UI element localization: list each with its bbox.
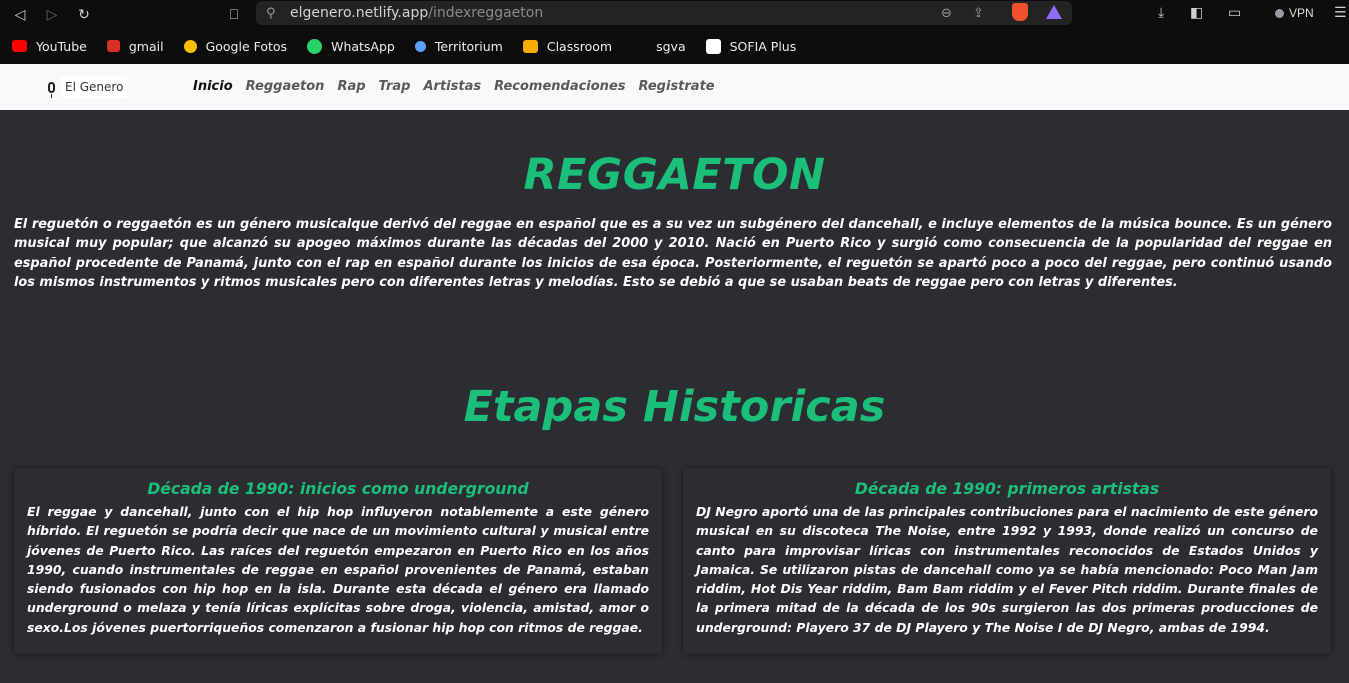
nav-link-artistas[interactable]: Artistas [423, 79, 481, 94]
vpn-status-icon [1275, 8, 1284, 18]
vpn-button[interactable]: VPN [1275, 6, 1314, 20]
territorium-icon [414, 40, 426, 52]
bookmark-label: WhatsApp [331, 38, 395, 54]
section-title: Etapas Historicas [463, 382, 886, 432]
microphone-icon [48, 81, 55, 98]
page-title: REGGAETON [523, 150, 826, 200]
bookmark-google-fotos[interactable]: Google Fotos [183, 38, 288, 54]
sidebar-icon[interactable]: ◧ [1190, 4, 1203, 21]
brand-name: El Genero [61, 76, 128, 98]
bookmark-youtube[interactable]: YouTube [12, 39, 87, 54]
bookmarks-bar: YouTube gmail Google Fotos WhatsApp Terr… [0, 28, 1349, 64]
nav-link-reggaeton[interactable]: Reggaeton [246, 79, 325, 94]
card-heading: Década de 1990: inicios como underground [147, 480, 529, 498]
url-host: elgenero.netlify.app [290, 5, 429, 21]
card-text: DJ Negro aportó una de las principales c… [696, 504, 1318, 635]
classroom-icon [522, 39, 538, 53]
history-card: Década de 1990: inicios como underground… [14, 468, 662, 654]
nav-link-inicio[interactable]: Inicio [193, 79, 233, 94]
url-text[interactable]: elgenero.netlify.app/indexreggaeton [290, 5, 543, 21]
bookmark-sofia-plus[interactable]: SOFIA Plus [705, 38, 797, 54]
google-photos-icon [183, 39, 197, 53]
bookmark-label: Google Fotos [205, 38, 288, 54]
youtube-icon [12, 40, 27, 52]
nav-link-rap[interactable]: Rap [337, 79, 365, 94]
bookmark-label: sgva [656, 38, 686, 54]
main-content: REGGAETON El reguetón o reggaetón es un … [0, 110, 1349, 683]
vpn-label: VPN [1289, 6, 1314, 20]
card-text: El reggae y dancehall, junto con el hip … [27, 504, 649, 635]
sofia-plus-icon [705, 38, 721, 54]
wallet-icon[interactable]: ▭ [1228, 4, 1241, 21]
whatsapp-icon [307, 38, 323, 54]
forward-icon[interactable]: ▷ [42, 4, 62, 24]
brave-rewards-icon[interactable] [1046, 5, 1062, 19]
history-card: Década de 1990: primeros artistas DJ Neg… [683, 468, 1331, 654]
zoom-icon[interactable]: ⊖ [941, 5, 952, 21]
bookmark-label: YouTube [36, 38, 87, 54]
nav-link-recomendaciones[interactable]: Recomendaciones [494, 79, 625, 94]
back-icon[interactable]: ◁ [10, 4, 30, 24]
share-icon[interactable]: ⇪ [973, 5, 984, 21]
browser-toolbar: ◁ ▷ ↻ ⎕ ⚲ elgenero.netlify.app/indexregg… [0, 0, 1349, 28]
bookmark-icon[interactable]: ⎕ [224, 4, 244, 24]
gmail-icon [106, 40, 120, 52]
menu-icon[interactable]: ☰ [1334, 4, 1347, 21]
bookmark-territorium[interactable]: Territorium [414, 38, 503, 54]
brave-shield-icon[interactable] [1012, 3, 1028, 21]
bookmark-label: SOFIA Plus [729, 38, 797, 54]
bookmark-label: gmail [128, 38, 164, 54]
bookmark-label: Territorium [434, 38, 503, 54]
download-icon[interactable]: ⤓ [1158, 4, 1164, 21]
bookmark-gmail[interactable]: gmail [106, 38, 164, 54]
url-path: /indexreggaeton [428, 5, 544, 21]
site-navbar: El Genero Inicio Reggaeton Rap Trap Arti… [0, 64, 1349, 110]
nav-link-trap[interactable]: Trap [379, 79, 411, 94]
sgva-icon [632, 40, 648, 52]
bookmark-whatsapp[interactable]: WhatsApp [307, 38, 395, 54]
card-heading: Década de 1990: primeros artistas [854, 480, 1160, 498]
bookmark-label: Classroom [546, 38, 613, 54]
nav-link-registrate[interactable]: Registrate [639, 79, 715, 94]
intro-paragraph: El reguetón o reggaetón es un género mus… [14, 217, 1332, 290]
site-info-icon[interactable]: ⚲ [266, 5, 276, 21]
bookmark-classroom[interactable]: Classroom [522, 38, 613, 54]
reload-icon[interactable]: ↻ [74, 4, 94, 24]
bookmark-sgva[interactable]: sgva [632, 39, 686, 54]
address-bar[interactable]: ⚲ elgenero.netlify.app/indexreggaeton ⊖ … [256, 1, 1072, 25]
nav-links: Inicio Reggaeton Rap Trap Artistas Recom… [193, 79, 715, 94]
brand-logo[interactable]: El Genero [48, 74, 128, 100]
